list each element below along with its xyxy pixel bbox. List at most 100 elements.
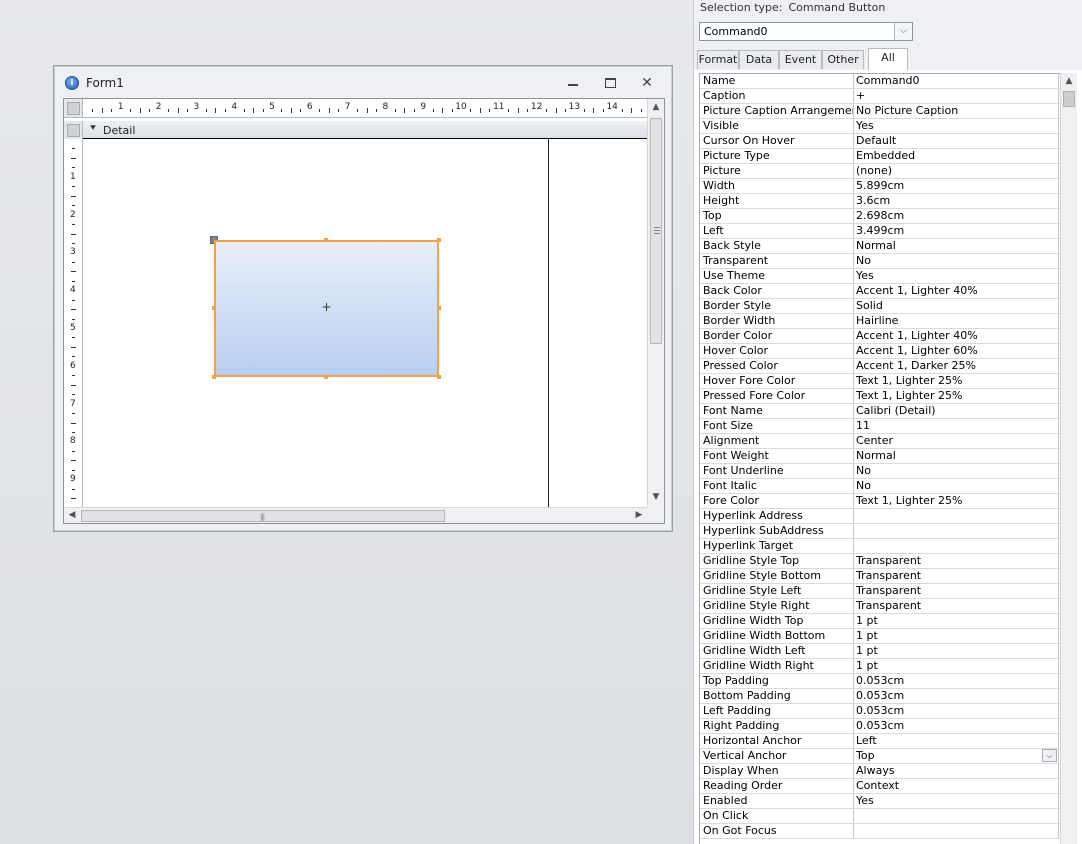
property-value[interactable]: 0.053cm	[854, 719, 1059, 733]
form-titlebar[interactable]: i Form1 ✕	[54, 66, 672, 98]
property-value[interactable]: 1 pt	[854, 629, 1059, 643]
property-row[interactable]: Gridline Style Top Transparent	[700, 554, 1060, 569]
property-row[interactable]: Horizontal Anchor Left	[700, 734, 1060, 749]
property-row[interactable]: Visible Yes	[700, 119, 1060, 134]
property-value[interactable]	[854, 509, 1059, 523]
tab-data[interactable]: Data	[739, 50, 779, 69]
detail-section-canvas[interactable]: +	[83, 139, 647, 507]
property-value[interactable]: Hairline	[854, 314, 1059, 328]
property-value[interactable]: Left	[854, 734, 1059, 748]
property-value[interactable]: Transparent	[854, 599, 1059, 613]
property-row[interactable]: Gridline Style Right Transparent	[700, 599, 1060, 614]
property-row[interactable]: Hover Fore Color Text 1, Lighter 25%	[700, 374, 1060, 389]
property-value[interactable]: Always	[854, 764, 1059, 778]
property-value[interactable]: Context	[854, 779, 1059, 793]
property-value[interactable]	[854, 539, 1059, 553]
property-row[interactable]: Gridline Width Bottom 1 pt	[700, 629, 1060, 644]
property-value[interactable]: Transparent	[854, 569, 1059, 583]
object-select[interactable]: Command0 ⌵	[699, 22, 913, 41]
property-row[interactable]: Border Color Accent 1, Lighter 40%	[700, 329, 1060, 344]
property-value[interactable]: Yes	[854, 794, 1059, 808]
resize-handle-bottom-right[interactable]	[437, 375, 441, 379]
property-row[interactable]: Name Command0	[700, 74, 1060, 89]
property-value[interactable]: Text 1, Lighter 25%	[854, 494, 1059, 508]
tab-event[interactable]: Event	[779, 50, 822, 69]
property-row[interactable]: Gridline Style Bottom Transparent	[700, 569, 1060, 584]
vertical-ruler[interactable]: 1 2 3 4 5 6 7 8 9	[64, 139, 83, 523]
property-row[interactable]: Reading Order Context	[700, 779, 1060, 794]
property-value[interactable]: No	[854, 464, 1059, 478]
chevron-down-icon[interactable]: ⌵	[1042, 749, 1057, 762]
property-value[interactable]: 3.499cm	[854, 224, 1059, 238]
property-row[interactable]: Font Underline No	[700, 464, 1060, 479]
property-value[interactable]: Calibri (Detail)	[854, 404, 1059, 418]
scroll-up-icon[interactable]: ▲	[648, 99, 664, 115]
property-row[interactable]: Border Style Solid	[700, 299, 1060, 314]
property-row[interactable]: Vertical Anchor Top ⌵	[700, 749, 1060, 764]
property-row[interactable]: Caption +	[700, 89, 1060, 104]
tab-other[interactable]: Other	[822, 50, 864, 69]
property-value[interactable]	[854, 809, 1059, 823]
horizontal-scroll-thumb[interactable]: |||	[81, 510, 445, 522]
property-row[interactable]: Font Weight Normal	[700, 449, 1060, 464]
property-value[interactable]: 0.053cm	[854, 704, 1059, 718]
property-value[interactable]: Transparent	[854, 554, 1059, 568]
property-value[interactable]: 1 pt	[854, 644, 1059, 658]
property-value[interactable]: 3.6cm	[854, 194, 1059, 208]
property-value[interactable]	[854, 824, 1059, 838]
property-row[interactable]: Gridline Width Left 1 pt	[700, 644, 1060, 659]
resize-handle-top-right[interactable]	[437, 238, 441, 242]
property-value[interactable]: 0.053cm	[854, 674, 1059, 688]
property-scrollbar[interactable]: ▲	[1060, 73, 1077, 844]
section-selector[interactable]	[64, 121, 83, 139]
property-row[interactable]: Picture Caption Arrangement No Picture Ca…	[700, 104, 1060, 119]
tab-all[interactable]: All	[868, 48, 908, 70]
property-row[interactable]: Picture (none)	[700, 164, 1060, 179]
property-value[interactable]: Text 1, Lighter 25%	[854, 389, 1059, 403]
property-row[interactable]: Hyperlink SubAddress	[700, 524, 1060, 539]
property-value[interactable]: Normal	[854, 239, 1059, 253]
property-value[interactable]: Command0	[854, 74, 1059, 88]
property-row[interactable]: Gridline Width Top 1 pt	[700, 614, 1060, 629]
property-value[interactable]: Yes	[854, 119, 1059, 133]
property-row[interactable]: Hover Color Accent 1, Lighter 60%	[700, 344, 1060, 359]
property-value[interactable]: 0.053cm	[854, 689, 1059, 703]
form-right-edge[interactable]	[548, 139, 549, 507]
property-value[interactable]: 5.899cm	[854, 179, 1059, 193]
resize-handle-top[interactable]	[324, 238, 328, 242]
resize-handle-left[interactable]	[212, 306, 216, 310]
property-value[interactable]: 1 pt	[854, 659, 1059, 673]
property-value[interactable]: +	[854, 89, 1059, 103]
property-row[interactable]: Font Size 11	[700, 419, 1060, 434]
property-row[interactable]: Gridline Style Left Transparent	[700, 584, 1060, 599]
property-value[interactable]: Normal	[854, 449, 1059, 463]
property-value[interactable]: Transparent	[854, 584, 1059, 598]
property-row[interactable]: Left 3.499cm	[700, 224, 1060, 239]
property-value[interactable]: Solid	[854, 299, 1059, 313]
property-value[interactable]: 11	[854, 419, 1059, 433]
property-row[interactable]: Top Padding 0.053cm	[700, 674, 1060, 689]
resize-handle-right[interactable]	[437, 306, 441, 310]
minimize-button[interactable]	[560, 73, 586, 93]
property-row[interactable]: Cursor On Hover Default	[700, 134, 1060, 149]
property-row[interactable]: Right Padding 0.053cm	[700, 719, 1060, 734]
property-row[interactable]: Alignment Center	[700, 434, 1060, 449]
scroll-right-icon[interactable]: ▶	[631, 508, 647, 523]
property-row[interactable]: Transparent No	[700, 254, 1060, 269]
property-row[interactable]: Picture Type Embedded	[700, 149, 1060, 164]
property-value[interactable]: 1 pt	[854, 614, 1059, 628]
property-row[interactable]: Border Width Hairline	[700, 314, 1060, 329]
resize-handle-bottom[interactable]	[324, 375, 328, 379]
horizontal-scrollbar[interactable]: ◀ ||| ▶	[64, 507, 647, 523]
property-value[interactable]: Accent 1, Lighter 60%	[854, 344, 1059, 358]
property-row[interactable]: Gridline Width Right 1 pt	[700, 659, 1060, 674]
property-row[interactable]: Top 2.698cm	[700, 209, 1060, 224]
property-row[interactable]: Enabled Yes	[700, 794, 1060, 809]
chevron-down-icon[interactable]: ⌵	[894, 23, 912, 40]
scroll-left-icon[interactable]: ◀	[64, 508, 80, 523]
property-row[interactable]: Font Name Calibri (Detail)	[700, 404, 1060, 419]
close-button[interactable]: ✕	[634, 73, 660, 93]
property-value[interactable]: Accent 1, Lighter 40%	[854, 329, 1059, 343]
property-value[interactable]: (none)	[854, 164, 1059, 178]
vertical-scroll-thumb[interactable]	[650, 118, 662, 344]
